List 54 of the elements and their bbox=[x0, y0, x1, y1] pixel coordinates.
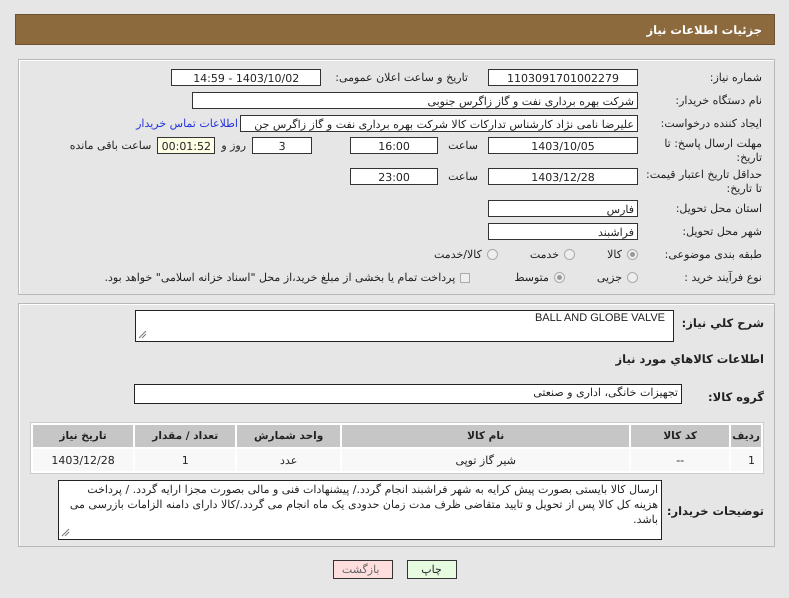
days-label: روز و bbox=[221, 138, 246, 154]
category-radio[interactable]: کالا/خدمت bbox=[434, 248, 498, 261]
column-header: واحد شمارش bbox=[237, 425, 340, 447]
table-cell: 1 bbox=[135, 449, 236, 471]
column-header: ردیف bbox=[731, 425, 761, 447]
field-label: طبقه بندی موضوعی: bbox=[664, 248, 763, 262]
section-title: اطلاعات کالاهاي مورد نياز bbox=[614, 352, 764, 366]
column-header: تاریخ نیاز bbox=[33, 425, 134, 447]
process-radio[interactable]: جزیی bbox=[596, 271, 638, 284]
table-cell: 1403/12/28 bbox=[33, 449, 134, 471]
back-button[interactable]: بازگشت bbox=[332, 560, 392, 579]
validity-date-field: 1403/12/28 bbox=[488, 168, 638, 185]
time-label: ساعت bbox=[448, 138, 478, 154]
field-label: نوع فرآیند خرید : bbox=[683, 270, 763, 284]
need-number-field: 1103091701002279 bbox=[488, 69, 638, 86]
days-field: 3 bbox=[252, 137, 312, 154]
category-radio[interactable]: خدمت bbox=[530, 248, 576, 261]
field-label: مهلت ارسال پاسخ: تا تاریخ: bbox=[663, 137, 763, 165]
table-cell: -- bbox=[631, 449, 730, 471]
buyer-notes-textarea: ارسال کالا بایستی بصورت پیش کرایه به شهر فراشبند انجام گردد./ پیشنهادات فنی و مالی بصورت مجزا ارایه گردد. / پرداخت هزینه کل کالا پس از تحویل و تایید متقاضی ظرف مدت زمان حدودی یک ماه انجام می گردد./کالا دارای دامنه الزامات بازرسی می باشد. bbox=[58, 480, 662, 540]
category-radio[interactable]: کالا bbox=[607, 248, 638, 261]
print-button[interactable]: چاپ bbox=[406, 560, 456, 579]
deadline-date-field: 1403/10/05 bbox=[488, 137, 638, 154]
field-label: گروه کالا: bbox=[707, 390, 764, 404]
requester-field: علیرضا نامی نژاد کارشناس تدارکات کالا شرکت بهره برداری نفت و گاز زاگرس جن bbox=[240, 115, 638, 132]
field-label: شماره نیاز: bbox=[708, 70, 763, 84]
table-cell: عدد bbox=[237, 449, 340, 471]
field-label: شهر محل تحویل: bbox=[681, 224, 763, 238]
column-header: تعداد / مقدار bbox=[135, 425, 236, 447]
validity-time-field: 23:00 bbox=[350, 168, 438, 185]
buyer-contact-link[interactable]: اطلاعات تماس خریدار bbox=[136, 117, 238, 130]
column-header: نام کالا bbox=[342, 425, 630, 447]
time-label: ساعت bbox=[448, 169, 478, 185]
table-cell: شیر گاز توپی bbox=[342, 449, 630, 471]
treasury-label: پرداخت تمام یا بخشی از مبلغ خرید،از محل "اسناد خزانه اسلامی" خواهد بود. bbox=[104, 270, 456, 286]
buyer-org-field: شرکت بهره برداری نفت و گاز زاگرس جنوبی bbox=[192, 92, 638, 109]
column-header: کد کالا bbox=[631, 425, 730, 447]
summary-textarea: BALL AND GLOBE VALVE bbox=[135, 310, 674, 342]
deadline-time-field: 16:00 bbox=[350, 137, 438, 154]
remaining-time-field: 00:01:52 bbox=[157, 137, 216, 154]
table-cell: 1 bbox=[731, 449, 761, 471]
field-label: توضیحات خریدار: bbox=[668, 504, 764, 518]
field-label: تاریخ و ساعت اعلان عمومی: bbox=[335, 70, 468, 86]
process-radio[interactable]: متوسط bbox=[514, 271, 565, 284]
field-label: حداقل تاریخ اعتبار قیمت: تا تاریخ: bbox=[645, 168, 763, 196]
remaining-label: ساعت باقی مانده bbox=[70, 138, 152, 154]
field-label: استان محل تحویل: bbox=[674, 202, 763, 216]
page-title: جزئیات اطلاعات نیاز bbox=[646, 22, 762, 36]
field-label: ایجاد کننده درخواست: bbox=[660, 116, 763, 130]
announce-date-field: 1403/10/02 - 14:59 bbox=[171, 69, 322, 86]
field-label: نام دستگاه خریدار: bbox=[674, 94, 763, 108]
goods-group-field: تجهیزات خانگی، اداری و صنعتی bbox=[134, 384, 682, 404]
city-field: فراشبند bbox=[488, 223, 638, 240]
province-field: فارس bbox=[488, 200, 638, 217]
